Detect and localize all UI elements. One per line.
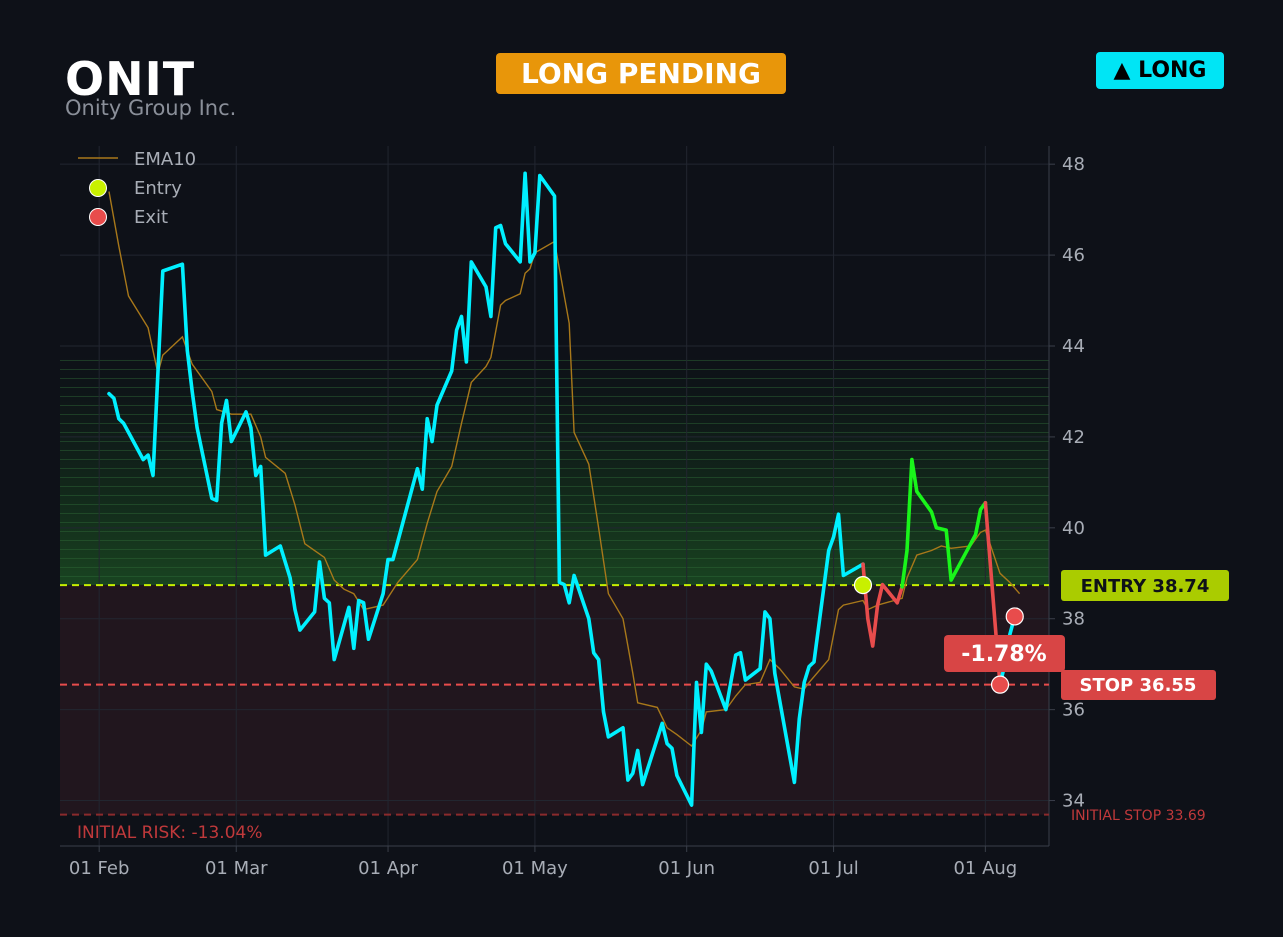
legend-exit-dot [89,208,107,226]
y-tick-label: 36 [1062,700,1085,721]
initial-risk-label: INITIAL RISK: -13.04% [77,823,263,843]
x-tick-label: 01 Apr [358,858,418,879]
pnl-badge-text: -1.78% [961,642,1046,667]
x-tick-label: 01 Jul [808,858,858,879]
x-tick-label: 01 May [502,858,568,879]
legend-entry-dot [89,179,107,197]
x-tick-label: 01 Mar [205,858,268,879]
y-tick-label: 42 [1062,427,1085,448]
y-tick-label: 40 [1062,518,1085,539]
x-tick-label: 01 Jun [658,858,715,879]
initial-stop-label: INITIAL STOP 33.69 [1071,808,1206,824]
legend-exit-label: Exit [134,207,168,228]
entry-tag: ENTRY 38.74 [1061,570,1229,601]
x-tick-label: 01 Aug [953,858,1017,879]
risk-zone [60,585,1049,815]
y-tick-label: 46 [1062,245,1085,266]
legend: EMA10 Entry Exit [78,149,196,228]
y-tick-label: 48 [1062,154,1085,175]
entry-tag-text: ENTRY 38.74 [1081,576,1210,597]
stop-tag: STOP 36.55 [1061,670,1216,700]
legend-ema-label: EMA10 [134,149,196,170]
profit-zone-stripes [60,355,1049,586]
exit-marker [1005,607,1024,626]
stop-tag-text: STOP 36.55 [1080,675,1197,696]
exit-marker [990,675,1010,694]
entry-marker [853,575,873,595]
x-tick-label: 01 Feb [69,858,130,879]
price-chart: 343638404244464801 Feb 01 Mar 01 Apr 01 May… [60,146,1229,879]
legend-entry-label: Entry [134,178,182,199]
y-tick-label: 44 [1062,336,1085,357]
pnl-badge: -1.78% [944,635,1065,672]
y-tick-label: 38 [1062,609,1085,630]
